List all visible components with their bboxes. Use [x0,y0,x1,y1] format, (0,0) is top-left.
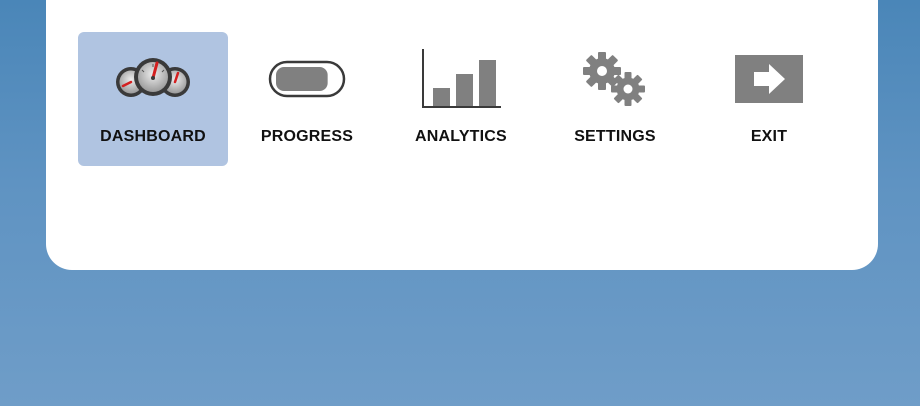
dashboard-gauges-icon [78,46,228,112]
menu-item-progress[interactable]: PROGRESS [232,32,382,166]
progress-bar-icon [232,46,382,112]
menu-item-label: ANALYTICS [415,128,507,145]
menu-item-settings[interactable]: SETTINGS [540,32,690,166]
exit-arrow-icon [694,46,844,112]
main-menu: DASHBOARD PROGRESS ANALYTICS SETTINGS EX… [78,32,848,166]
menu-item-exit[interactable]: EXIT [694,32,844,166]
menu-item-dashboard[interactable]: DASHBOARD [78,32,228,166]
bar-chart-icon [386,46,536,112]
gears-icon [540,46,690,112]
menu-item-analytics[interactable]: ANALYTICS [386,32,536,166]
menu-item-label: EXIT [750,128,788,145]
menu-item-label: PROGRESS [260,128,354,145]
menu-item-label: SETTINGS [574,128,656,145]
menu-item-label: DASHBOARD [100,128,206,145]
